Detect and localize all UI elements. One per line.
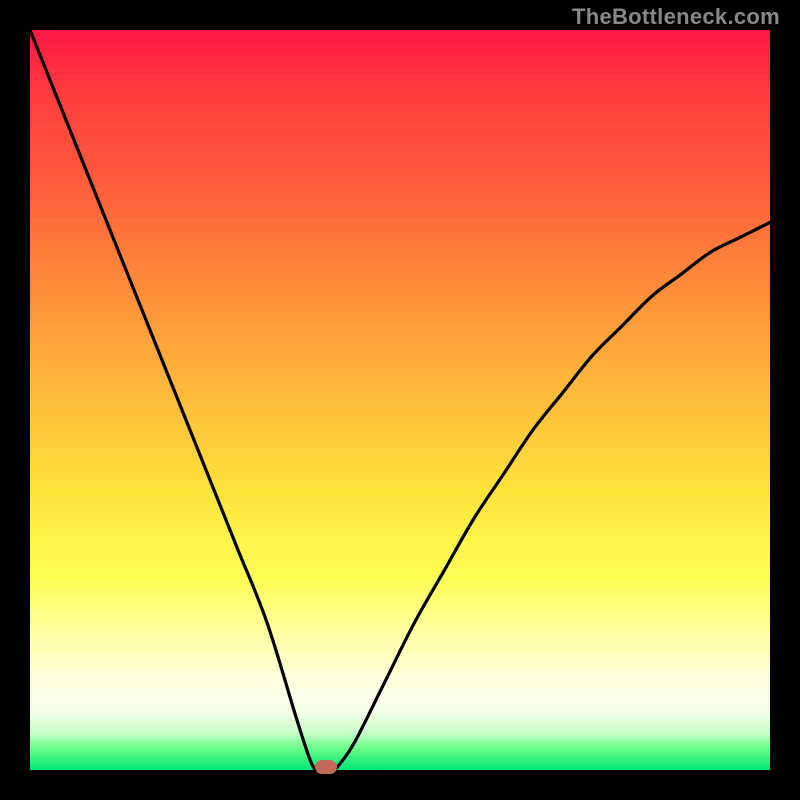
chart-frame: TheBottleneck.com [0, 0, 800, 800]
bottleneck-curve [30, 30, 770, 770]
watermark-text: TheBottleneck.com [572, 4, 780, 30]
plot-area [30, 30, 770, 770]
minimum-marker [315, 760, 337, 774]
